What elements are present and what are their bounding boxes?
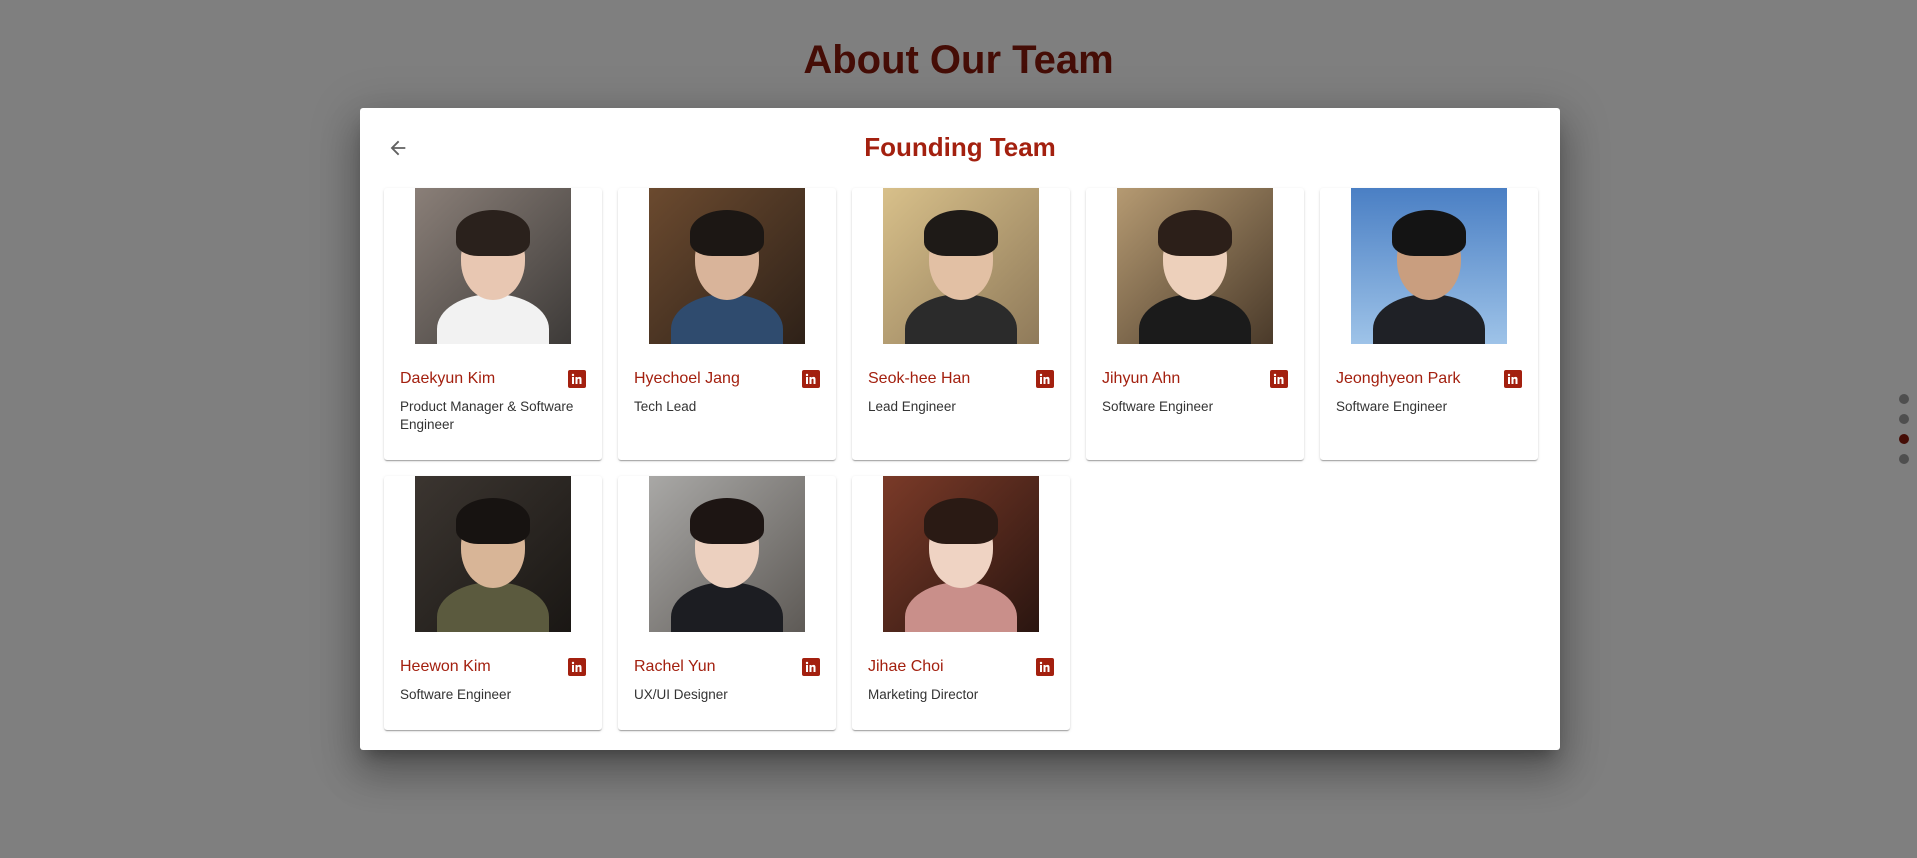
team-member-card: Rachel Yun UX/UI Designer xyxy=(618,476,836,730)
member-photo xyxy=(883,476,1039,632)
member-role: UX/UI Designer xyxy=(634,687,728,702)
member-photo xyxy=(649,188,805,344)
team-member-card: Heewon Kim Software Engineer xyxy=(384,476,602,730)
team-member-card: Jihae Choi Marketing Director xyxy=(852,476,1070,730)
linkedin-icon[interactable] xyxy=(1036,370,1054,388)
member-photo xyxy=(1351,188,1507,344)
team-dialog: Founding Team Daekyun Kim Product Manage… xyxy=(360,108,1560,750)
member-photo xyxy=(415,476,571,632)
linkedin-icon[interactable] xyxy=(568,370,586,388)
linkedin-icon[interactable] xyxy=(802,658,820,676)
member-role: Software Engineer xyxy=(1102,399,1214,414)
member-name: Heewon Kim xyxy=(400,658,491,675)
team-member-card: Hyechoel Jang Tech Lead xyxy=(618,188,836,460)
member-name: Jeonghyeon Park xyxy=(1336,370,1461,387)
member-photo xyxy=(1117,188,1273,344)
team-grid: Daekyun Kim Product Manager & Software E… xyxy=(384,188,1538,730)
member-name: Daekyun Kim xyxy=(400,370,496,387)
member-photo xyxy=(415,188,571,344)
linkedin-icon[interactable] xyxy=(1036,658,1054,676)
member-role: Software Engineer xyxy=(1336,399,1448,414)
member-name: Hyechoel Jang xyxy=(634,370,740,387)
member-photo xyxy=(649,476,805,632)
member-photo xyxy=(883,188,1039,344)
member-role: Product Manager & Software Engineer xyxy=(400,399,574,432)
member-role: Marketing Director xyxy=(868,687,979,702)
linkedin-icon[interactable] xyxy=(568,658,586,676)
member-role: Lead Engineer xyxy=(868,399,956,414)
linkedin-icon[interactable] xyxy=(1270,370,1288,388)
team-member-card: Jeonghyeon Park Software Engineer xyxy=(1320,188,1538,460)
member-name: Rachel Yun xyxy=(634,658,716,675)
member-role: Tech Lead xyxy=(634,399,697,414)
member-role: Software Engineer xyxy=(400,687,512,702)
linkedin-icon[interactable] xyxy=(1504,370,1522,388)
linkedin-icon[interactable] xyxy=(802,370,820,388)
team-member-card: Seok-hee Han Lead Engineer xyxy=(852,188,1070,460)
member-name: Seok-hee Han xyxy=(868,370,971,387)
team-member-card: Jihyun Ahn Software Engineer xyxy=(1086,188,1304,460)
dialog-title: Founding Team xyxy=(864,132,1056,162)
member-name: Jihyun Ahn xyxy=(1102,370,1181,387)
member-name: Jihae Choi xyxy=(868,658,944,675)
team-member-card: Daekyun Kim Product Manager & Software E… xyxy=(384,188,602,460)
